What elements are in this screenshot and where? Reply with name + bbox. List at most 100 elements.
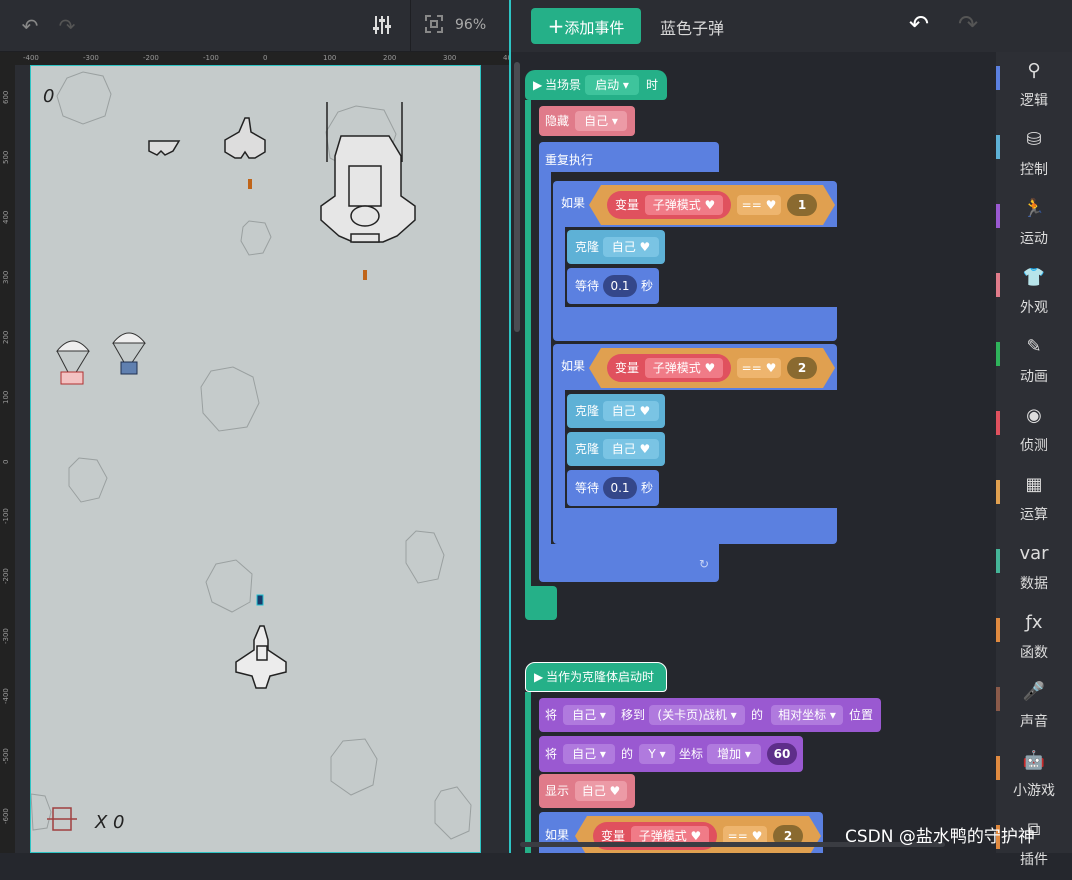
- hat1-suffix: 时: [646, 78, 659, 92]
- if2-var-dropdown[interactable]: 子弹模式 ♥: [645, 358, 723, 378]
- palette-category[interactable]: ◉ 侦测: [996, 397, 1072, 466]
- move-coord-dropdown[interactable]: 相对坐标 ▾: [771, 705, 843, 725]
- if1-var-dropdown[interactable]: 子弹模式 ♥: [645, 195, 723, 215]
- category-label: 小游戏: [1013, 783, 1055, 799]
- category-label: 控制: [1020, 162, 1048, 178]
- ychange-axis-dropdown[interactable]: Y ▾: [639, 744, 675, 764]
- blocks-workspace[interactable]: ▶ 当场景 启动 ▾ 时 隐藏 自己 ▾ 重复执行 ↻ 如果 变量 子弹模式 ♥…: [511, 52, 996, 853]
- ychange-label: 将: [545, 747, 558, 761]
- clone2-target-dropdown[interactable]: 自己 ♥: [603, 401, 659, 421]
- enemy-plane-small: [148, 140, 181, 156]
- if1-condition[interactable]: 变量 子弹模式 ♥ == ♥ 1: [589, 185, 835, 225]
- category-icon: 🤖: [1022, 750, 1046, 771]
- change-y-block[interactable]: 将 自己 ▾ 的 Y ▾ 坐标 增加 ▾ 60: [539, 736, 803, 772]
- wait-block-2[interactable]: 等待 0.1 秒: [567, 470, 659, 506]
- undo-icon[interactable]: ↶: [18, 14, 42, 38]
- fit-screen-icon[interactable]: [422, 14, 446, 38]
- clone-block-1[interactable]: 克隆 自己 ♥: [567, 230, 665, 264]
- clone-block-2[interactable]: 克隆 自己 ♥: [567, 394, 665, 428]
- play-icon: ▶: [533, 78, 543, 92]
- hide-target-dropdown[interactable]: 自己 ▾: [575, 111, 627, 131]
- ruler-tick-y: 300: [2, 270, 10, 284]
- settings-sliders-icon[interactable]: [370, 14, 394, 38]
- palette-category[interactable]: 👕 外观: [996, 259, 1072, 328]
- clone-block-3[interactable]: 克隆 自己 ♥: [567, 432, 665, 466]
- category-icon: ƒx: [1025, 612, 1043, 633]
- ruler-tick-y: -300: [2, 628, 10, 644]
- if1-op-dropdown[interactable]: == ♥: [737, 195, 781, 215]
- show-block[interactable]: 显示 自己 ♥: [539, 774, 635, 808]
- palette-category[interactable]: ⚲ 逻辑: [996, 52, 1072, 121]
- hide-block[interactable]: 隐藏 自己 ▾: [539, 106, 635, 136]
- ychange-target-dropdown[interactable]: 自己 ▾: [563, 744, 615, 764]
- show-label: 显示: [545, 784, 570, 798]
- palette-category[interactable]: 🎤 声音: [996, 673, 1072, 742]
- asteroid: [205, 559, 253, 613]
- move-to-block[interactable]: 将 自己 ▾ 移到 (关卡页)战机 ▾ 的 相对坐标 ▾ 位置: [539, 698, 881, 732]
- category-label: 声音: [1020, 714, 1048, 730]
- ruler-tick-x: 100: [323, 54, 337, 62]
- parachute-powerup-blue: [111, 332, 147, 375]
- if2-value[interactable]: 2: [787, 357, 817, 379]
- show-target-dropdown[interactable]: 自己 ♥: [575, 781, 627, 801]
- clone3-target-dropdown[interactable]: 自己 ♥: [603, 439, 659, 459]
- clone3-label: 克隆: [575, 442, 600, 456]
- ruler-tick-y: -200: [2, 568, 10, 584]
- hat1-dropdown[interactable]: 启动 ▾: [585, 75, 639, 95]
- ruler-tick-x: -400: [23, 54, 39, 62]
- hat1-spine: [525, 100, 531, 610]
- wait1-value[interactable]: 0.1: [603, 275, 637, 297]
- if2-condition[interactable]: 变量 子弹模式 ♥ == ♥ 2: [589, 348, 835, 388]
- enemy-plane: [224, 117, 266, 159]
- clone1-target-dropdown[interactable]: 自己 ♥: [603, 237, 659, 257]
- redo-icon[interactable]: ↷: [55, 14, 79, 38]
- category-label: 外观: [1020, 300, 1048, 316]
- wait2-unit: 秒: [641, 481, 654, 495]
- move-target-dropdown[interactable]: 自己 ▾: [563, 705, 615, 725]
- category-label: 插件: [1020, 852, 1048, 868]
- lives-text: X 0: [94, 812, 125, 833]
- category-label: 运动: [1020, 231, 1048, 247]
- ruler-tick-y: -400: [2, 688, 10, 704]
- sprite-name: 蓝色子弹: [660, 19, 725, 38]
- code-panel: +添加事件 蓝色子弹 ↶ ↷ ▶ 当场景 启动 ▾ 时 隐藏 自己 ▾ 重复执行…: [511, 0, 1072, 868]
- ychange-value[interactable]: 60: [767, 743, 797, 765]
- add-event-button[interactable]: +添加事件: [531, 8, 641, 44]
- when-scene-starts-block[interactable]: ▶ 当场景 启动 ▾ 时: [525, 70, 667, 100]
- redo-icon[interactable]: ↷: [958, 12, 978, 36]
- if2-op-dropdown[interactable]: == ♥: [737, 358, 781, 378]
- hide-label: 隐藏: [545, 114, 570, 128]
- score-text: 0: [43, 86, 54, 107]
- category-icon: var: [1019, 543, 1049, 564]
- hat1-prefix: 当场景: [545, 78, 582, 92]
- palette-category[interactable]: var 数据: [996, 535, 1072, 604]
- game-stage[interactable]: 0 X 0: [30, 65, 481, 853]
- ruler-tick-x: 300: [443, 54, 457, 62]
- when-clone-starts-block[interactable]: ▶ 当作为克隆体启动时: [525, 662, 667, 692]
- parachute-powerup-red: [55, 340, 91, 385]
- ruler-tick-y: 400: [2, 210, 10, 224]
- undo-icon[interactable]: ↶: [909, 12, 929, 36]
- ruler-tick-y: 600: [2, 90, 10, 104]
- category-label: 运算: [1020, 507, 1048, 523]
- category-icon: 👕: [1022, 267, 1046, 288]
- palette-category[interactable]: ⛁ 控制: [996, 121, 1072, 190]
- ruler-tick-y: -500: [2, 748, 10, 764]
- move-dest-dropdown[interactable]: (关卡页)战机 ▾: [649, 705, 745, 725]
- if3-condition[interactable]: 变量 子弹模式 ♥ == ♥ 2: [575, 816, 821, 853]
- if3-label: 如果: [545, 828, 570, 842]
- ruler-tick-y: 500: [2, 150, 10, 164]
- palette-category[interactable]: 🏃 运动: [996, 190, 1072, 259]
- palette-category[interactable]: ✎ 动画: [996, 328, 1072, 397]
- category-icon: 🏃: [1022, 198, 1046, 219]
- if1-value[interactable]: 1: [787, 194, 817, 216]
- palette-category[interactable]: ▦ 运算: [996, 466, 1072, 535]
- vertical-scrollbar[interactable]: [514, 62, 520, 332]
- ychange-mode-dropdown[interactable]: 增加 ▾: [707, 744, 761, 764]
- wait-block-1[interactable]: 等待 0.1 秒: [567, 268, 659, 304]
- stage-panel: ↶ ↷ 96% -400-300-200-100010020030040 600…: [0, 0, 509, 853]
- wait2-value[interactable]: 0.1: [603, 477, 637, 499]
- horizontal-ruler: -400-300-200-100010020030040: [15, 52, 509, 65]
- palette-category[interactable]: ƒx 函数: [996, 604, 1072, 673]
- palette-category[interactable]: 🤖 小游戏: [996, 742, 1072, 811]
